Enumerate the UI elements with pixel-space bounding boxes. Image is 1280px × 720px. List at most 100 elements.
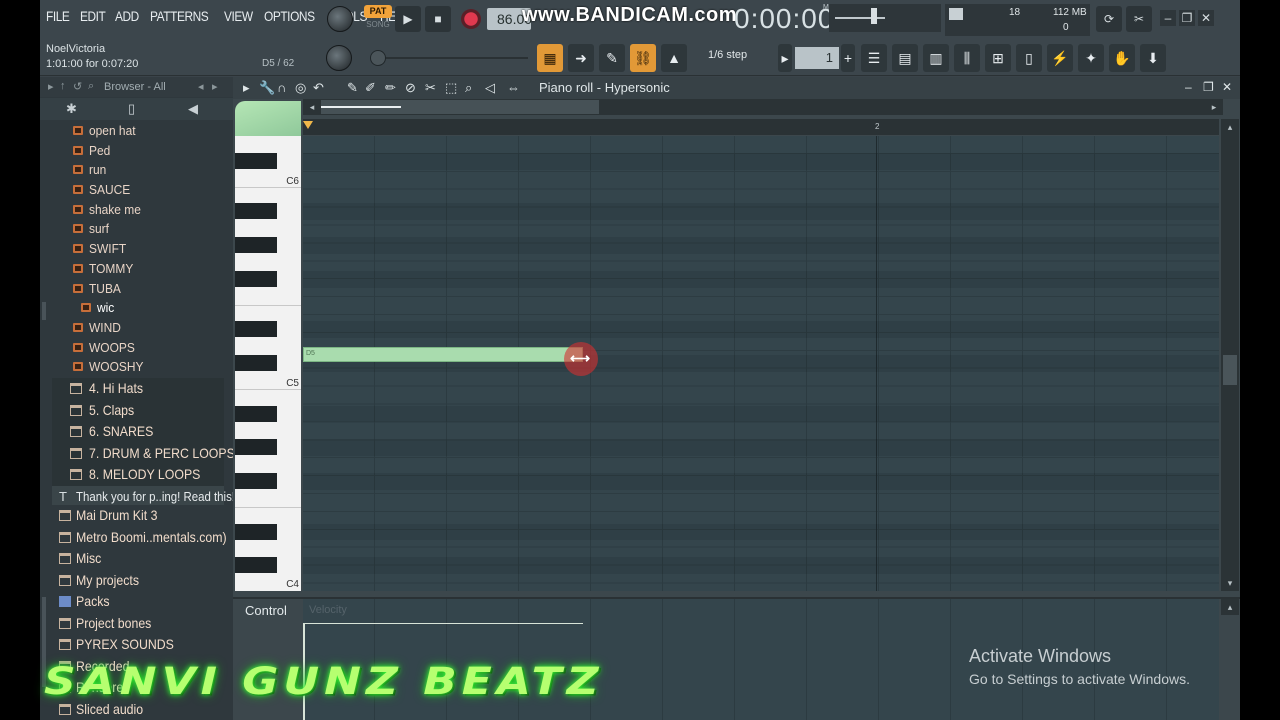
black-key[interactable] (235, 355, 277, 372)
list-item[interactable]: WOOPS (52, 338, 227, 358)
select-icon[interactable]: ⬚ (445, 80, 457, 96)
menu-view[interactable]: VIEW (224, 8, 253, 24)
piano-roll-icon[interactable]: ▦ (537, 44, 563, 72)
snap-label[interactable]: 1/6 step (708, 49, 747, 61)
pat-mode[interactable]: PAT (364, 5, 392, 18)
black-key[interactable] (235, 152, 277, 169)
wrench-icon[interactable]: 🔧 (259, 80, 275, 96)
folder-item[interactable]: Mai Drum Kit 3 (52, 505, 224, 527)
up-icon[interactable]: ↑ (60, 80, 66, 92)
browser-scrollbar[interactable] (42, 302, 46, 320)
black-key[interactable] (235, 439, 277, 456)
refresh-icon[interactable]: ⟳ (1096, 6, 1122, 32)
plugin-icon[interactable]: ⚡ (1047, 44, 1073, 72)
list-item[interactable]: Ped (52, 141, 227, 161)
menu-patterns[interactable]: PATTERNS (150, 8, 209, 24)
black-key[interactable] (235, 270, 277, 287)
slice-icon[interactable]: ✂ (425, 80, 436, 96)
meter-slider[interactable] (871, 8, 877, 24)
speaker-icon[interactable]: ◀ (188, 101, 198, 117)
seek-thumb[interactable] (370, 50, 386, 66)
playback-speaker-icon[interactable]: ◁ (485, 80, 495, 96)
step-seq-icon[interactable]: ▥ (923, 44, 949, 72)
menu-edit[interactable]: EDIT (80, 8, 106, 24)
folder-item[interactable]: 6. SNARES (52, 421, 224, 443)
black-key[interactable] (235, 237, 277, 254)
horizontal-scrollbar[interactable] (303, 99, 1223, 115)
note-d5[interactable]: D5 (303, 347, 583, 362)
zoom-icon[interactable]: ⌕ (465, 80, 472, 96)
folder-item[interactable]: Project bones (52, 613, 224, 635)
search-icon[interactable]: ⌕ (88, 80, 94, 93)
play-button[interactable]: ▶ (395, 6, 421, 32)
scroll-left-icon[interactable]: ◂ (303, 99, 321, 115)
download-icon[interactable]: ⬇ (1140, 44, 1166, 72)
minimize-icon[interactable]: – (1160, 10, 1176, 26)
folder-item[interactable]: Metro Boomi..mentals.com) (52, 527, 227, 549)
snap-icon[interactable]: ◎ (295, 80, 306, 96)
vscroll-thumb[interactable] (1223, 355, 1237, 385)
folder-item[interactable]: My projects (52, 570, 224, 592)
list-item[interactable]: TUBA (52, 279, 227, 299)
list-item[interactable]: SAUCE (52, 180, 227, 200)
black-key[interactable] (235, 523, 277, 540)
hand-icon[interactable]: ✋ (1109, 44, 1135, 72)
folder-item[interactable]: 4. Hi Hats (52, 378, 224, 400)
song-mode[interactable]: SONG (364, 20, 392, 29)
list-item[interactable]: surf (52, 219, 227, 239)
time-display[interactable]: 0:00:00 (734, 3, 834, 35)
asterisk-icon[interactable]: ✱ (66, 101, 77, 117)
link-icon[interactable]: ⛓ (630, 44, 656, 72)
pr-minimize-icon[interactable]: – (1185, 80, 1192, 94)
time-ruler[interactable]: 2 (303, 119, 1219, 135)
record-button[interactable] (461, 9, 481, 29)
mixer-icon[interactable]: ⫼ (954, 44, 980, 72)
scroll-down-icon[interactable]: ▾ (1221, 575, 1239, 591)
menu-add[interactable]: ADD (115, 8, 139, 24)
tools-icon[interactable]: ✂ (1126, 6, 1152, 32)
magnet-icon[interactable]: ∩ (277, 80, 286, 95)
snap-arrow-icon[interactable]: ▸ (778, 44, 792, 72)
playhead-marker[interactable] (303, 121, 313, 129)
pat-song-toggle[interactable]: PAT SONG (364, 5, 392, 33)
list-item[interactable]: TOMMY (52, 259, 227, 279)
paint-icon[interactable]: ✐ (365, 80, 376, 96)
list-item-selected[interactable]: wic (52, 298, 227, 318)
folder-item-packs[interactable]: Packs (52, 591, 224, 613)
scroll-right-icon[interactable]: ▸ (1205, 99, 1223, 115)
close-icon[interactable]: ✕ (1198, 10, 1214, 26)
menu-file[interactable]: FILE (46, 8, 70, 24)
black-key[interactable] (235, 321, 277, 338)
playlist-icon[interactable]: ☰ (861, 44, 887, 72)
target-channel-icon[interactable]: ⇔ (507, 80, 520, 95)
vertical-scrollbar[interactable]: ▴ ▾ (1221, 119, 1239, 591)
list-item[interactable]: shake me (52, 200, 227, 220)
document-icon[interactable]: ▯ (1016, 44, 1042, 72)
black-key[interactable] (235, 405, 277, 422)
list-item[interactable]: WIND (52, 318, 227, 338)
arrow-icon[interactable]: ➜ (568, 44, 594, 72)
arrow-right-icon[interactable]: ▸ (212, 80, 218, 93)
folder-item[interactable]: Misc (52, 548, 224, 570)
stop-button[interactable]: ■ (425, 6, 451, 32)
delete-pencil-icon[interactable]: ✏ (385, 80, 396, 96)
draw-pencil-icon[interactable]: ✎ (347, 80, 358, 96)
black-key[interactable] (235, 203, 277, 220)
list-item[interactable]: open hat (52, 121, 227, 141)
folder-item[interactable]: 5. Claps (52, 400, 224, 422)
mute-icon[interactable]: ⊘ (405, 80, 416, 96)
velocity-level-line[interactable] (303, 623, 583, 624)
expand-icon[interactable]: ▸ (48, 80, 54, 93)
black-key[interactable] (235, 557, 277, 574)
folder-item[interactable]: PYREX SOUNDS (52, 634, 224, 656)
restore-icon[interactable]: ❐ (1179, 10, 1195, 26)
piano-keyboard[interactable]: C6 C5 C4 (235, 136, 301, 591)
song-position-slider[interactable] (370, 50, 530, 66)
pencil-icon[interactable]: ✎ (599, 44, 625, 72)
file-icon[interactable]: ▯ (128, 101, 135, 117)
step-value[interactable]: 1 (795, 47, 839, 69)
mic-icon[interactable]: ✦ (1078, 44, 1104, 72)
master-volume-knob[interactable] (327, 6, 353, 32)
pr-close-icon[interactable]: ✕ (1222, 80, 1232, 94)
plus-icon[interactable]: + (841, 44, 855, 72)
